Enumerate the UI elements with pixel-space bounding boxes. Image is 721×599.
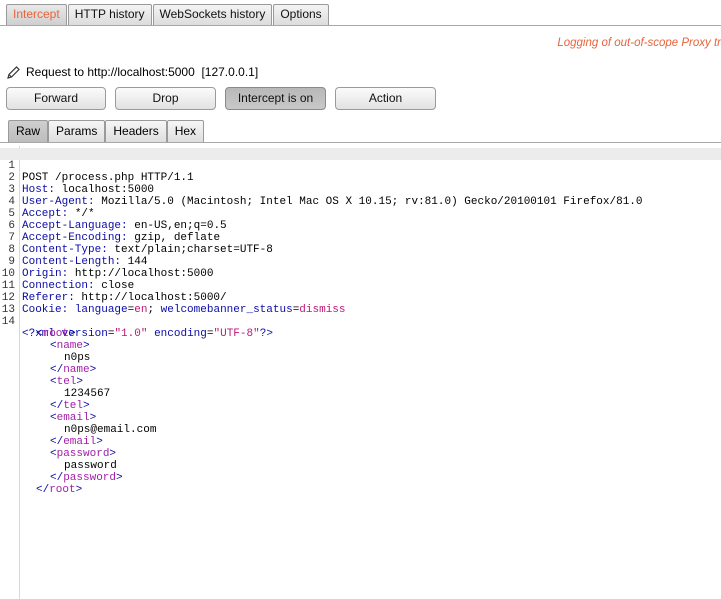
tab-hex[interactable]: Hex <box>166 120 205 142</box>
request-target-line: Request to http://localhost:5000 [127.0.… <box>6 64 258 80</box>
view-tab-divider <box>0 142 721 143</box>
editor-line: 2 Host: localhost:5000 <box>8 172 155 196</box>
tab-divider <box>0 25 721 26</box>
xml-line: </password> <box>50 472 123 484</box>
editor-line: 13 <box>1 304 15 316</box>
xml-line: 1234567 <box>0 376 721 400</box>
editor-line: 11 Referer: http://localhost:5000/ <box>1 280 227 304</box>
editor-line: 7 Content-Type: text/plain;charset=UTF-8 <box>8 232 273 256</box>
xml-line: n0ps <box>0 340 721 364</box>
top-tab-bar: Intercept HTTP history WebSockets histor… <box>6 4 330 25</box>
tab-http-history[interactable]: HTTP history <box>67 4 152 25</box>
xml-line: <root> <box>36 328 76 340</box>
editor-line: 8 Content-Length: 144 <box>8 244 148 268</box>
editor-line: 10 Connection: close <box>1 268 135 292</box>
drop-button[interactable]: Drop <box>115 87 216 110</box>
request-target-ip: [127.0.0.1] <box>201 65 259 79</box>
xml-line: password <box>0 448 721 472</box>
raw-message-editor[interactable]: 1 POST /process.php HTTP/1.1 2 Host: loc… <box>0 146 721 599</box>
out-of-scope-logging-message: Logging of out-of-scope Proxy tr <box>557 37 721 49</box>
tab-raw[interactable]: Raw <box>8 120 49 142</box>
message-view-tabs: Raw Params Headers Hex <box>8 120 205 142</box>
editor-line: 4 Accept: */* <box>8 196 95 220</box>
tab-headers[interactable]: Headers <box>105 120 167 142</box>
xml-line: </root> <box>36 484 83 496</box>
action-button[interactable]: Action <box>335 87 436 110</box>
request-target-url: Request to http://localhost:5000 <box>26 65 195 79</box>
pencil-icon[interactable] <box>6 65 21 80</box>
xml-line: </tel> <box>50 400 90 412</box>
tab-params[interactable]: Params <box>48 120 106 142</box>
tab-intercept[interactable]: Intercept <box>6 4 67 25</box>
xml-line: n0ps@email.com <box>0 412 721 436</box>
xml-line: </name> <box>50 364 97 376</box>
intercept-toggle-button[interactable]: Intercept is on <box>225 87 326 110</box>
tab-websockets-history[interactable]: WebSockets history <box>152 4 273 25</box>
xml-line: <password> <box>50 448 117 460</box>
editor-line: 5 Accept-Language: en-US,en;q=0.5 <box>8 208 227 232</box>
editor-line: 14 <?xml version="1.0" encoding="UTF-8"?… <box>1 316 273 340</box>
editor-line: 9 Origin: http://localhost:5000 <box>8 256 214 280</box>
xml-line: <tel> <box>50 376 84 388</box>
editor-line: 1 POST /process.php HTTP/1.1 <box>0 148 721 184</box>
editor-line: 6 Accept-Encoding: gzip, deflate <box>8 220 221 244</box>
forward-button[interactable]: Forward <box>6 87 106 110</box>
xml-line: </email> <box>50 436 103 448</box>
intercept-action-bar: Forward Drop Intercept is on Action <box>6 87 445 110</box>
editor-line: 12 Cookie: language=en; welcomebanner_st… <box>1 292 346 316</box>
xml-line: <email> <box>50 412 97 424</box>
xml-tag: root <box>49 484 76 496</box>
xml-line: <name> <box>50 340 90 352</box>
tab-options[interactable]: Options <box>273 4 329 25</box>
editor-line: 3 User-Agent: Mozilla/5.0 (Macintosh; In… <box>8 184 643 208</box>
